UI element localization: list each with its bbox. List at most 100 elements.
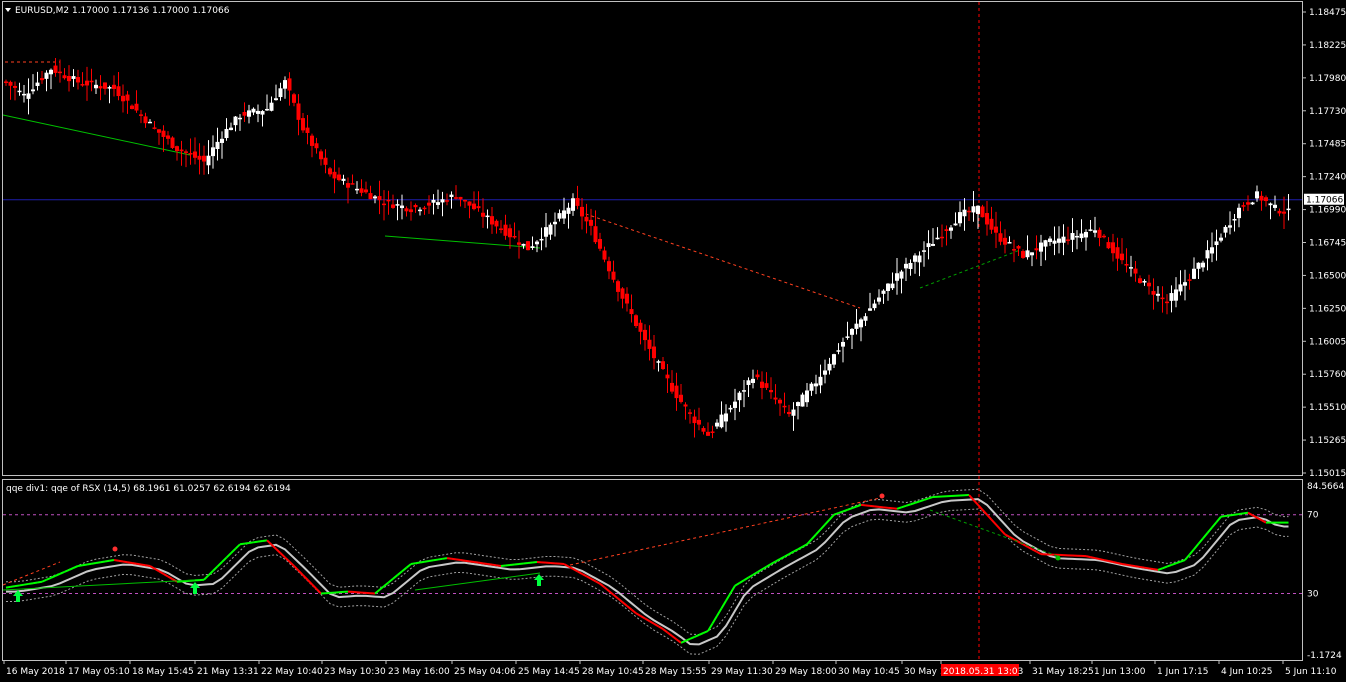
bull-candle — [539, 238, 544, 241]
bull-candle — [737, 392, 742, 401]
qqe-fast-segment — [230, 548, 237, 554]
bull-candle — [976, 205, 980, 214]
indicator-label: 30 — [1307, 590, 1319, 600]
qqe-fast-segment — [275, 548, 282, 554]
bear-candle — [643, 329, 647, 341]
price-label: 1.16500 — [1309, 271, 1346, 281]
bull-candle — [395, 204, 400, 206]
qqe-fast-segment — [212, 565, 219, 572]
bull-candle — [1070, 233, 1075, 240]
bull-candle — [94, 84, 98, 89]
bear-candle — [121, 95, 125, 102]
price-label: 1.17980 — [1309, 74, 1346, 84]
bear-candle — [323, 157, 328, 165]
time-label: 21 May 13:31 — [197, 667, 259, 677]
bear-candle — [1187, 279, 1192, 281]
time-label: 29 May 11:30 — [711, 667, 773, 677]
bear-candle — [184, 151, 188, 153]
bull-candle — [1084, 231, 1088, 238]
bear-candle — [1003, 237, 1007, 245]
bear-candle — [755, 374, 760, 378]
qqe-fast-segment — [586, 575, 592, 580]
qqe-fast-segment — [914, 500, 920, 504]
bear-candle — [179, 149, 184, 152]
qqe-fast-segment — [1261, 519, 1267, 524]
bear-candle — [985, 213, 989, 225]
bull-candle — [373, 196, 377, 199]
bear-candle — [1097, 229, 1102, 238]
indicator-divergence-line — [569, 497, 881, 566]
bear-candle — [427, 202, 431, 206]
bull-candle — [31, 89, 35, 92]
price-label: 1.17730 — [1309, 107, 1346, 117]
bull-candle — [557, 213, 562, 219]
qqe-fast-segment — [473, 561, 479, 564]
qqe-fast-segment — [392, 574, 399, 580]
qqe-fast-segment — [216, 561, 223, 568]
bull-candle — [562, 210, 566, 219]
bear-candle — [665, 374, 670, 379]
qqe-fast-segment — [113, 559, 119, 562]
bull-candle — [796, 402, 800, 407]
bear-candle — [463, 199, 467, 202]
bull-candle — [1192, 268, 1196, 279]
qqe-fast-segment — [1220, 515, 1226, 518]
bear-candle — [445, 200, 449, 202]
time-label: 23 May 10:30 — [324, 667, 386, 677]
bear-candle — [296, 103, 301, 120]
qqe-fast-segment — [653, 622, 660, 628]
bear-candle — [760, 381, 764, 388]
qqe-fast-segment — [972, 499, 979, 506]
bear-candle — [503, 224, 508, 236]
bear-candle — [409, 209, 413, 213]
bull-candle — [418, 209, 422, 212]
qqe-fast-segment — [675, 638, 682, 644]
bear-candle — [53, 65, 58, 73]
qqe-fast-segment — [1171, 562, 1177, 566]
qqe-fast-segment — [680, 639, 686, 644]
qqe-fast-segment — [1175, 560, 1181, 565]
qqe-fast-segment — [136, 562, 142, 566]
trading-chart[interactable]: 84.5664 70 30 -1.1724 1.18475 1.18225 1.17980… — [0, 0, 1346, 682]
bull-candle — [913, 255, 917, 262]
bull-candle — [724, 413, 728, 422]
bear-candle — [589, 219, 593, 226]
qqe-fast-segment — [1229, 513, 1235, 517]
bear-candle — [476, 206, 481, 209]
bear-candle — [512, 236, 517, 238]
bear-candle — [625, 293, 629, 304]
bear-candle — [368, 193, 373, 200]
qqe-fast-segment — [1184, 553, 1191, 561]
qqe-fast-segment — [68, 567, 74, 571]
qqe-fast-segment — [666, 631, 673, 637]
bear-candle — [85, 80, 89, 86]
qqe-fast-segment — [73, 565, 79, 569]
bear-candle — [1147, 282, 1151, 287]
qqe-fast-segment — [990, 518, 997, 526]
qqe-fast-segment — [428, 559, 434, 563]
bull-candle — [400, 205, 404, 209]
dropdown-triangle-icon[interactable] — [5, 8, 11, 12]
bear-candle — [661, 361, 665, 370]
bull-candle — [1061, 236, 1066, 243]
time-label: 29 May 18:00 — [775, 667, 837, 677]
bull-candle — [877, 297, 881, 302]
bear-candle — [8, 81, 13, 86]
bull-candle — [1255, 191, 1259, 199]
qqe-fast-segment — [824, 518, 831, 526]
qqe-fast-segment — [478, 561, 484, 565]
qqe-fast-segment — [1234, 513, 1240, 516]
bull-candle — [283, 80, 287, 89]
bull-candle — [1232, 218, 1237, 221]
bear-candle — [98, 86, 103, 89]
qqe-fast-segment — [815, 528, 822, 536]
time-label: 28 May 10:45 — [582, 667, 644, 677]
qqe-fast-segment — [986, 514, 993, 521]
time-label: 30 May 10:45 — [838, 667, 900, 677]
time-label: 1 Jun 17:15 — [1157, 667, 1208, 677]
bear-candle — [1034, 248, 1039, 251]
bear-candle — [1241, 205, 1246, 207]
bear-candle — [674, 385, 679, 399]
bull-candle — [1156, 293, 1160, 296]
bull-candle — [274, 98, 278, 101]
